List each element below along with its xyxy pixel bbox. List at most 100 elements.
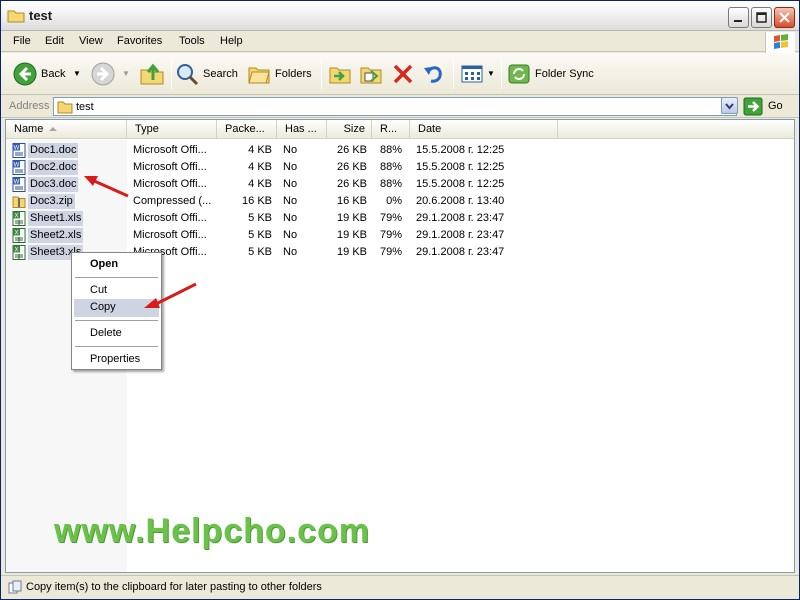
file-name: Doc3.zip xyxy=(28,194,75,209)
go-label[interactable]: Go xyxy=(768,100,783,112)
file-size: 16 KB xyxy=(337,195,367,207)
folder-icon xyxy=(57,101,73,114)
search-icon xyxy=(177,64,199,86)
file-size: 19 KB xyxy=(337,229,367,241)
folder-sync-label: Folder Sync xyxy=(535,68,594,80)
maximize-button[interactable] xyxy=(751,7,772,28)
excel-sheet-icon: X xyxy=(12,245,26,260)
address-dropdown-button[interactable] xyxy=(721,97,738,114)
file-list-view[interactable]: Name Type Packe... Has ... Size R... Dat… xyxy=(5,119,795,573)
column-has[interactable]: Has ... xyxy=(277,120,327,139)
file-has-password: No xyxy=(283,246,298,258)
column-packed[interactable]: Packe... xyxy=(217,120,277,139)
context-menu-properties[interactable]: Properties xyxy=(74,351,159,369)
column-name[interactable]: Name xyxy=(6,120,127,139)
word-doc-icon: W xyxy=(12,143,26,158)
zip-folder-icon xyxy=(12,194,26,209)
table-row[interactable]: X Sheet1.xls Microsoft Offi... 5 KB No 19 KB 7… xyxy=(6,210,794,227)
file-has-password: No xyxy=(283,212,298,224)
undo-button[interactable] xyxy=(422,59,448,89)
menu-view[interactable]: View xyxy=(79,35,103,47)
file-type: Microsoft Offi... xyxy=(133,229,207,241)
forward-dropdown-icon[interactable]: ▼ xyxy=(122,69,130,78)
file-size: 19 KB xyxy=(337,212,367,224)
address-input[interactable]: test xyxy=(53,97,737,116)
file-date: 29.1.2008 г. 23:47 xyxy=(416,229,505,241)
up-folder-button[interactable] xyxy=(139,59,167,89)
table-row[interactable]: W Doc1.doc Microsoft Offi... 4 KB No 26 KB 88%… xyxy=(6,142,794,159)
file-name: Doc2.doc xyxy=(28,160,79,175)
back-dropdown-icon[interactable]: ▼ xyxy=(73,69,81,78)
search-button[interactable]: Search xyxy=(175,59,241,89)
column-date[interactable]: Date xyxy=(410,120,558,139)
menu-edit[interactable]: Edit xyxy=(45,35,64,47)
move-to-button[interactable] xyxy=(328,59,354,89)
file-packed-size: 4 KB xyxy=(248,161,272,173)
column-name-label: Name xyxy=(14,123,44,135)
back-label: Back xyxy=(41,68,66,80)
svg-text:W: W xyxy=(14,180,20,186)
word-doc-icon: W xyxy=(12,160,26,175)
toolbar-separator xyxy=(453,59,454,89)
delete-button[interactable] xyxy=(391,59,417,89)
file-has-password: No xyxy=(283,144,298,156)
minimize-button[interactable] xyxy=(728,7,749,28)
column-type[interactable]: Type xyxy=(127,120,217,139)
file-has-password: No xyxy=(283,195,298,207)
file-has-password: No xyxy=(283,229,298,241)
views-icon xyxy=(461,65,483,83)
menu-file[interactable]: File xyxy=(13,35,31,47)
context-menu-delete[interactable]: Delete xyxy=(74,325,159,343)
undo-icon xyxy=(424,66,442,83)
column-has-label: Has ... xyxy=(285,123,317,135)
file-name: Doc3.doc xyxy=(28,177,79,192)
menu-tools[interactable]: Tools xyxy=(179,35,205,47)
file-packed-size: 5 KB xyxy=(248,229,272,241)
file-packed-size: 16 KB xyxy=(242,195,272,207)
file-has-password: No xyxy=(283,161,298,173)
views-dropdown-icon[interactable]: ▼ xyxy=(487,69,495,78)
title-bar[interactable]: test xyxy=(1,1,799,31)
file-type: Microsoft Offi... xyxy=(133,178,207,190)
context-menu-open[interactable]: Open xyxy=(74,256,159,274)
column-packed-label: Packe... xyxy=(225,123,265,135)
back-button[interactable]: Back ▼ xyxy=(11,59,86,89)
maximize-icon xyxy=(756,12,767,23)
forward-button[interactable]: ▼ xyxy=(91,59,131,89)
folders-icon xyxy=(248,67,270,84)
chevron-down-icon xyxy=(725,103,734,110)
annotation-arrow-icon xyxy=(144,282,197,308)
copy-status-icon xyxy=(8,580,22,594)
file-date: 15.5.2008 г. 12:25 xyxy=(416,144,505,156)
watermark-text: www.Helpcho.com xyxy=(54,512,371,550)
file-type: Microsoft Offi... xyxy=(133,212,207,224)
file-packed-size: 5 KB xyxy=(248,212,272,224)
column-headers: Name Type Packe... Has ... Size R... Dat… xyxy=(6,120,794,139)
folder-sync-icon xyxy=(508,64,530,84)
excel-sheet-icon: X xyxy=(12,228,26,243)
file-ratio: 88% xyxy=(379,144,402,156)
table-row[interactable]: X Sheet2.xls Microsoft Offi... 5 KB No 19 KB 7… xyxy=(6,227,794,244)
delete-icon xyxy=(393,64,413,84)
copy-to-folder-icon xyxy=(360,67,382,84)
svg-text:X: X xyxy=(14,214,18,220)
column-size[interactable]: Size xyxy=(327,120,372,139)
menu-help[interactable]: Help xyxy=(220,35,243,47)
views-button[interactable]: ▼ xyxy=(460,59,496,89)
close-icon xyxy=(779,12,790,23)
file-packed-size: 4 KB xyxy=(248,178,272,190)
status-text: Copy item(s) to the clipboard for later … xyxy=(26,581,322,593)
file-type: Microsoft Offi... xyxy=(133,161,207,173)
column-ratio[interactable]: R... xyxy=(372,120,410,139)
folders-button[interactable]: Folders xyxy=(247,59,315,89)
file-has-password: No xyxy=(283,178,298,190)
go-button[interactable] xyxy=(743,97,765,116)
folder-sync-button[interactable]: Folder Sync xyxy=(507,59,597,89)
menu-favorites[interactable]: Favorites xyxy=(117,35,162,47)
search-label: Search xyxy=(203,68,238,80)
column-date-label: Date xyxy=(418,123,442,135)
file-ratio: 0% xyxy=(386,195,402,207)
copy-to-button[interactable] xyxy=(359,59,385,89)
close-button[interactable] xyxy=(774,7,795,28)
file-size: 26 KB xyxy=(337,144,367,156)
